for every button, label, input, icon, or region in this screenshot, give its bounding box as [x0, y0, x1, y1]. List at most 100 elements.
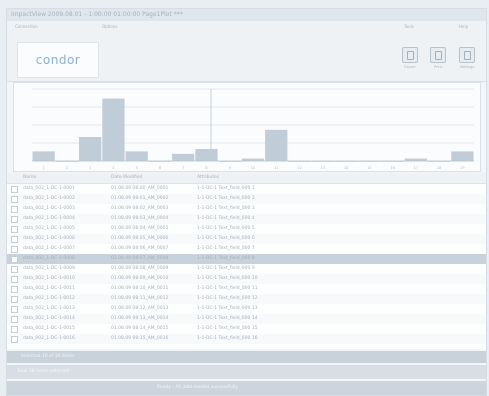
- print-button[interactable]: Print: [428, 47, 448, 73]
- col-header-date[interactable]: Date Modified: [111, 175, 142, 180]
- cell-date: 01.08.09 08:05_AM_0006: [111, 236, 169, 241]
- cell-name: data_002_1-DC-1-0012: [23, 296, 75, 301]
- window-title: ImpactView 2009.08.01 - 1:00:00 01:00:00…: [7, 9, 486, 21]
- cell-name: data_002_1-DC-1-0013: [23, 306, 75, 311]
- export-label: Export: [404, 65, 416, 69]
- cell-date: 01.08.09 08:13_AM_0014: [111, 316, 169, 321]
- table-row[interactable]: data_002_1-DC-1-0002 01.08.09 08:01_AM_00…: [7, 194, 486, 204]
- cell-date: 01.08.09 08:10_AM_0011: [111, 286, 169, 291]
- cell-name: data_002_1-DC-1-0006: [23, 236, 75, 241]
- table-row[interactable]: data_002_1-DC-1-0001 01.08.09 08:00_AM_00…: [7, 184, 486, 194]
- row-checkbox[interactable]: [11, 306, 18, 313]
- x-tick-label: 9: [229, 166, 231, 170]
- cell-date: 01.08.09 08:03_AM_0004: [111, 216, 169, 221]
- row-checkbox[interactable]: [11, 186, 18, 193]
- x-tick-label: 4: [112, 166, 115, 170]
- x-tick-label: 17: [414, 166, 418, 170]
- cell-attributes: 1-1-DC-1 Text_field_000 8: [197, 256, 255, 261]
- table-header: Name Date Modified Attributes: [7, 173, 486, 184]
- histogram-bar[interactable]: [195, 149, 218, 161]
- table-row[interactable]: data_002_1-DC-1-0012 01.08.09 08:11_AM_00…: [7, 294, 486, 304]
- totals-bar: Total 16 items selected: [7, 365, 486, 379]
- table-row[interactable]: data_002_1-DC-1-0009 01.08.09 08:08_AM_00…: [7, 264, 486, 274]
- x-tick-label: 8: [205, 166, 207, 170]
- x-tick-label: 18: [437, 166, 441, 170]
- histogram-bar[interactable]: [102, 98, 125, 161]
- row-checkbox[interactable]: [11, 256, 18, 263]
- table-row[interactable]: data_002_1-DC-1-0004 01.08.09 08:03_AM_00…: [7, 214, 486, 224]
- help-group-label: Help: [459, 24, 469, 29]
- row-checkbox[interactable]: [11, 196, 18, 203]
- cell-attributes: 1-1-DC-1 Text_field_000 7: [197, 246, 255, 251]
- col-header-name[interactable]: Name: [23, 175, 36, 180]
- tools-group-label: Tools: [404, 24, 414, 29]
- histogram-svg: 1 2 3 4 5 6 7 8 9 10 11 12 13 14 15 16 17 18 19: [32, 88, 474, 170]
- row-checkbox[interactable]: [11, 276, 18, 283]
- cell-name: data_002_1-DC-1-0010: [23, 276, 75, 281]
- table-row[interactable]: data_002_1-DC-1-0008 01.08.09 08:07_AM_00…: [7, 254, 486, 264]
- cell-date: 01.08.09 08:09_AM_0010: [111, 276, 169, 281]
- document-icon: [430, 47, 446, 63]
- row-checkbox[interactable]: [11, 336, 18, 343]
- x-tick-label: 16: [390, 166, 394, 170]
- cell-date: 01.08.09 08:06_AM_0007: [111, 246, 169, 251]
- cell-name: data_002_1-DC-1-0014: [23, 316, 75, 321]
- export-button[interactable]: Export: [400, 47, 420, 73]
- table-row[interactable]: data_002_1-DC-1-0013 01.08.09 08:12_AM_00…: [7, 304, 486, 314]
- row-checkbox[interactable]: [11, 266, 18, 273]
- cell-name: data_002_1-DC-1-0008: [23, 256, 75, 261]
- x-tick-label: 3: [89, 166, 91, 170]
- table-row[interactable]: data_002_1-DC-1-0003 01.08.09 08:02_AM_00…: [7, 204, 486, 214]
- table-row[interactable]: data_002_1-DC-1-0011 01.08.09 08:10_AM_00…: [7, 284, 486, 294]
- table-row[interactable]: data_002_1-DC-1-0006 01.08.09 08:05_AM_00…: [7, 234, 486, 244]
- cell-date: 01.08.09 08:12_AM_0013: [111, 306, 169, 311]
- cell-attributes: 1-1-DC-1 Text_field_000 1: [197, 186, 255, 191]
- histogram-bar[interactable]: [172, 153, 195, 161]
- row-checkbox[interactable]: [11, 226, 18, 233]
- table-row[interactable]: data_002_1-DC-1-0010 01.08.09 08:09_AM_00…: [7, 274, 486, 284]
- cell-name: data_002_1-DC-1-0004: [23, 216, 75, 221]
- row-checkbox[interactable]: [11, 296, 18, 303]
- table-row[interactable]: data_002_1-DC-1-0005 01.08.09 08:04_AM_00…: [7, 224, 486, 234]
- row-checkbox[interactable]: [11, 236, 18, 243]
- histogram-bar[interactable]: [79, 137, 102, 161]
- histogram-chart: 1 2 3 4 5 6 7 8 9 10 11 12 13 14 15 16 17 18 19: [13, 82, 481, 172]
- histogram-bar[interactable]: [451, 151, 474, 161]
- cell-name: data_002_1-DC-1-0015: [23, 326, 75, 331]
- table-row[interactable]: data_002_1-DC-1-0016 01.08.09 08:15_AM_00…: [7, 334, 486, 344]
- cell-name: data_002_1-DC-1-0005: [23, 226, 75, 231]
- cell-name: data_002_1-DC-1-0007: [23, 246, 75, 251]
- col-header-attributes[interactable]: Attributes: [197, 175, 219, 180]
- x-tick-label: 11: [274, 166, 278, 170]
- selection-summary-bar: Selected 16 of 16 items: [7, 351, 486, 363]
- cell-attributes: 1-1-DC-1 Text_field_000 3: [197, 206, 255, 211]
- cell-date: 01.08.09 08:07_AM_0008: [111, 256, 169, 261]
- row-checkbox[interactable]: [11, 206, 18, 213]
- logo: condor: [17, 42, 99, 78]
- x-tick-label: 5: [136, 166, 138, 170]
- table-row[interactable]: data_002_1-DC-1-0014 01.08.09 08:13_AM_00…: [7, 314, 486, 324]
- x-tick-label: 6: [159, 166, 161, 170]
- row-checkbox[interactable]: [11, 216, 18, 223]
- histogram-bar[interactable]: [125, 151, 148, 161]
- cell-attributes: 1-1-DC-1 Text_field_000 4: [197, 216, 255, 221]
- settings-button[interactable]: Settings: [457, 47, 477, 73]
- row-checkbox[interactable]: [11, 246, 18, 253]
- options-group-label: Options: [102, 24, 118, 29]
- cell-name: data_002_1-DC-1-0001: [23, 186, 75, 191]
- cell-attributes: 1-1-DC-1 Text_field_000 12: [197, 296, 258, 301]
- table-row[interactable]: data_002_1-DC-1-0007 01.08.09 08:06_AM_00…: [7, 244, 486, 254]
- x-tick-label: 10: [251, 166, 255, 170]
- histogram-bar[interactable]: [265, 129, 288, 161]
- row-checkbox[interactable]: [11, 286, 18, 293]
- totals-left: Total 16 items selected: [17, 369, 70, 374]
- row-checkbox[interactable]: [11, 316, 18, 323]
- table-row[interactable]: data_002_1-DC-1-0015 01.08.09 08:14_AM_00…: [7, 324, 486, 334]
- x-tick-label: 15: [367, 166, 371, 170]
- x-tick-label: 12: [297, 166, 301, 170]
- cell-attributes: 1-1-DC-1 Text_field_000 16: [197, 336, 258, 341]
- row-checkbox[interactable]: [11, 326, 18, 333]
- file-table: Name Date Modified Attributes data_002_1…: [7, 173, 486, 349]
- histogram-bar[interactable]: [32, 151, 55, 161]
- cell-attributes: 1-1-DC-1 Text_field_000 13: [197, 306, 258, 311]
